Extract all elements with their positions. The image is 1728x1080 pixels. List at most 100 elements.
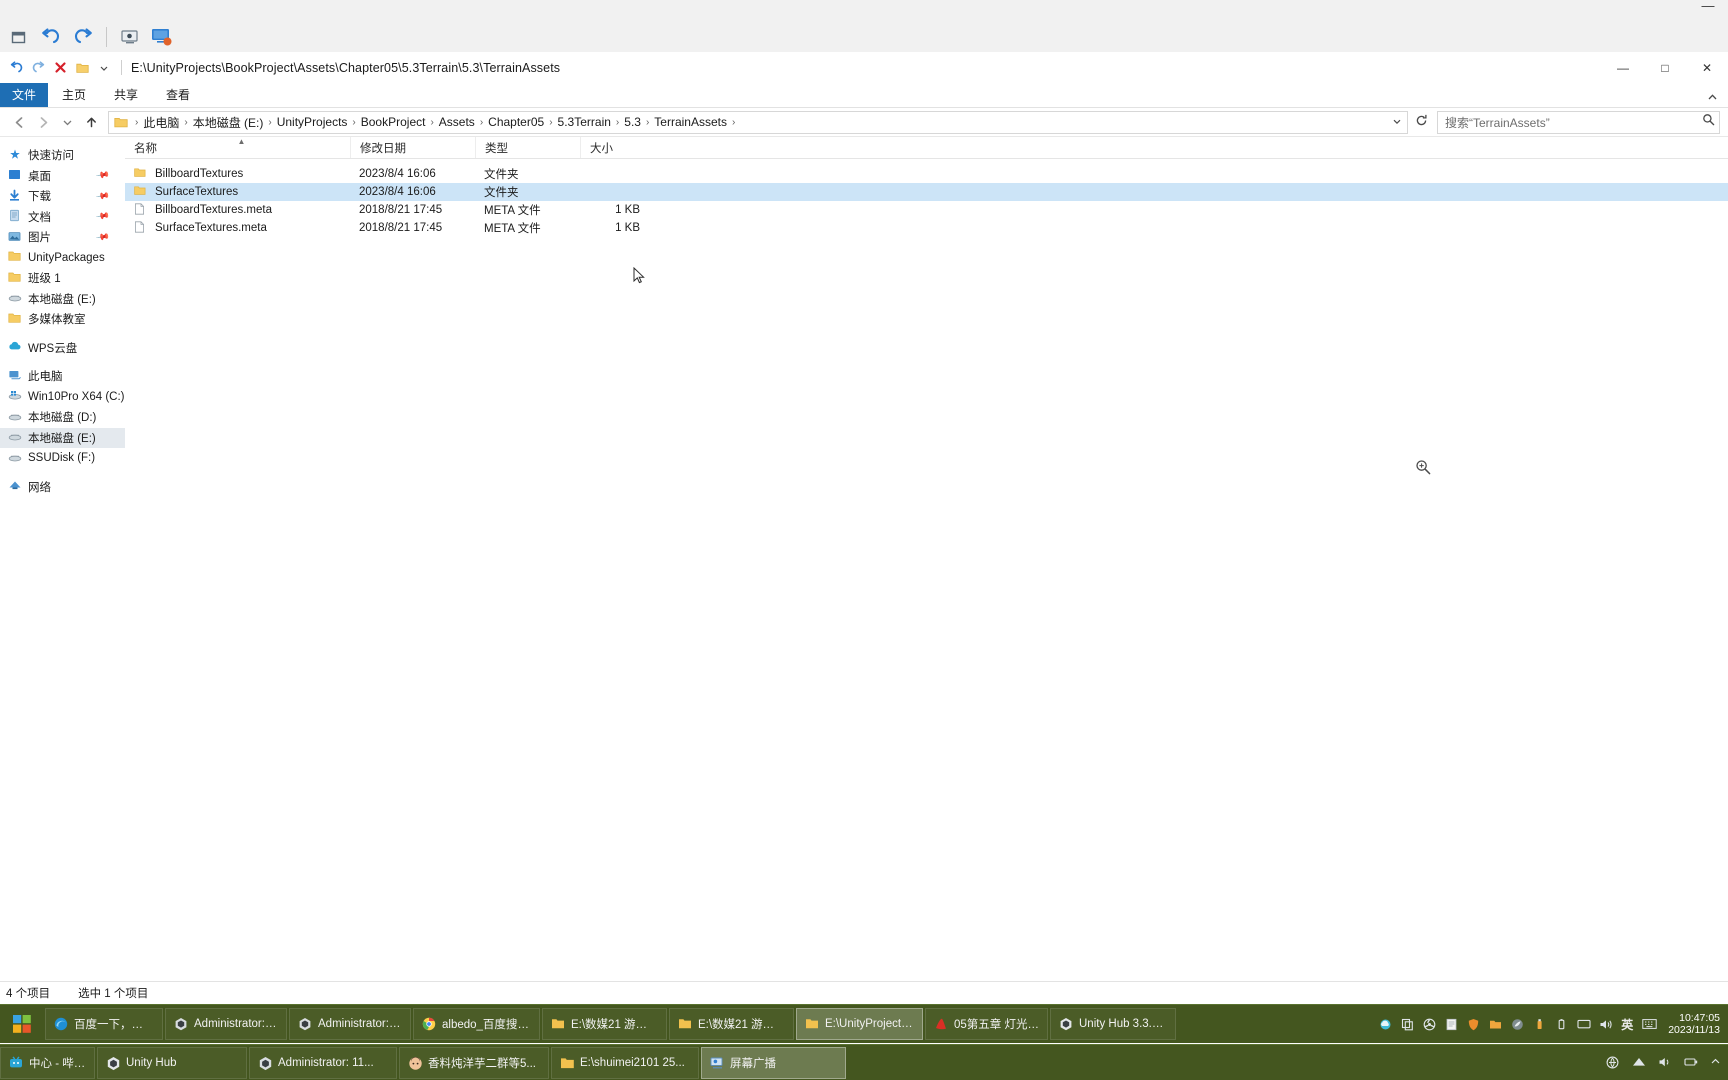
pin-icon[interactable]: 📌 [95,209,110,224]
chevron-down-icon[interactable] [1389,117,1405,128]
redo-icon[interactable] [68,23,98,51]
sidebar-item-multimedia-room[interactable]: 多媒体教室 [0,309,125,330]
taskbar2-item-admin[interactable]: Administrator: 11... [249,1047,397,1079]
ime-indicator[interactable]: 英 [1621,1016,1633,1033]
taskbar2-item-unity-hub[interactable]: Unity Hub [97,1047,247,1079]
table-row[interactable]: SurfaceTextures.meta 2018/8/21 17:45 MET… [125,219,1728,237]
sidebar-item-pictures[interactable]: 图片 📌 [0,227,125,248]
folder-icon[interactable] [72,58,92,78]
table-row[interactable]: BillboardTextures 2023/8/4 16:06 文件夹 [125,165,1728,183]
shield-icon[interactable] [1467,1018,1480,1031]
sidebar-item-drive-d[interactable]: 本地磁盘 (D:) [0,407,125,428]
window-restore-icon[interactable] [4,23,34,51]
search-icon[interactable] [1702,113,1715,131]
column-header-date[interactable]: 修改日期 [350,137,475,158]
windows-start-icon[interactable] [0,1005,44,1043]
taskbar2-item-qq[interactable]: 香料炖洋芋二群等5... [399,1047,549,1079]
sidebar-item-drive-f[interactable]: SSUDisk (F:) [0,448,125,469]
usb-icon[interactable] [1533,1018,1546,1031]
taskbar-item-admin-cha[interactable]: Administrator: cha... [289,1008,411,1040]
notepad-icon[interactable] [1445,1018,1458,1031]
battery-icon[interactable] [1684,1056,1698,1070]
column-header-type[interactable]: 类型 [475,137,580,158]
taskbar-item-ppt[interactable]: 05第五章 灯光材质... [925,1008,1048,1040]
network-icon[interactable] [1632,1056,1646,1070]
column-header-size[interactable]: 大小 [580,137,652,158]
taskbar2-item-broadcast-active[interactable]: 屏幕广播 [701,1047,846,1079]
sidebar-item-downloads[interactable]: 下载 📌 [0,186,125,207]
redo-icon[interactable] [28,58,48,78]
sidebar-item-drive-c[interactable]: Win10Pro X64 (C:) [0,387,125,408]
pin-icon[interactable]: 📌 [95,168,110,183]
taskbar-item-folder-1[interactable]: E:\数媒21 游戏开发... [542,1008,667,1040]
column-header-name[interactable]: 名称 ▲ [125,137,350,158]
maximize-button[interactable]: □ [1644,52,1686,83]
back-button[interactable] [8,111,30,133]
breadcrumb-item-53terrain[interactable]: 5.3Terrain [555,115,614,129]
taskbar2-item-folder[interactable]: E:\shuimei2101 25... [551,1047,699,1079]
tab-home[interactable]: 主页 [48,83,100,107]
clock[interactable]: 10:47:05 2023/11/13 [1664,1012,1720,1036]
up-button[interactable] [80,111,102,133]
taskbar-item-edge[interactable]: 百度一下，你就知... [45,1008,163,1040]
app-icon[interactable] [1511,1018,1524,1031]
breadcrumb-item-this-pc[interactable]: 此电脑 [140,114,182,131]
radiation-icon[interactable] [1423,1018,1436,1031]
chevron-down-icon[interactable] [94,58,114,78]
breadcrumb-item-unityprojects[interactable]: UnityProjects [274,115,351,129]
display-icon[interactable] [1577,1018,1591,1031]
sidebar-item-drive-e[interactable]: 本地磁盘 (E:) [0,427,125,448]
taskbar-item-folder-2[interactable]: E:\数媒21 游戏开发... [669,1008,794,1040]
table-row[interactable]: SurfaceTextures 2023/8/4 16:06 文件夹 [125,183,1728,201]
close-red-icon[interactable] [50,58,70,78]
taskbar-item-explorer-active[interactable]: E:\UnityProjects\B... [796,1008,923,1040]
search-input[interactable]: 搜索“TerrainAssets” [1437,110,1720,134]
sidebar-item-desktop[interactable]: 桌面 📌 [0,166,125,187]
screen-icon[interactable] [115,23,145,51]
chevron-icon[interactable] [1710,1056,1724,1070]
breadcrumb-item-terrainassets[interactable]: TerrainAssets [651,115,730,129]
pin-icon[interactable]: 📌 [95,189,110,204]
outer-minimize-button[interactable]: — [1696,0,1720,16]
close-button[interactable]: ✕ [1686,52,1728,83]
weather-icon[interactable] [1379,1018,1392,1031]
copy-icon[interactable] [1401,1018,1414,1031]
folder-tray-icon[interactable] [1489,1018,1502,1031]
sidebar-item-unitypackages[interactable]: UnityPackages [0,248,125,269]
taskbar-item-unity-hub[interactable]: Unity Hub 3.3.0-c9 [1050,1008,1176,1040]
taskbar-item-chrome[interactable]: albedo_百度搜索 - ... [413,1008,540,1040]
sidebar-item-wps-cloud[interactable]: WPS云盘 [0,338,125,359]
undo-icon[interactable] [36,23,66,51]
breadcrumb-item-53[interactable]: 5.3 [621,115,644,129]
sidebar-item-this-pc[interactable]: 此电脑 [0,366,125,387]
undo-icon[interactable] [6,58,26,78]
sidebar-item-network[interactable]: 网络 [0,477,125,498]
battery-icon[interactable] [1555,1018,1568,1031]
minimize-button[interactable]: — [1602,52,1644,83]
sidebar-item-class-1[interactable]: 班级 1 [0,268,125,289]
sidebar-item-drive-e-quick[interactable]: 本地磁盘 (E:) [0,289,125,310]
tab-share[interactable]: 共享 [100,83,152,107]
volume-icon[interactable] [1599,1018,1612,1031]
recent-locations-button[interactable] [56,111,78,133]
table-row[interactable]: BillboardTextures.meta 2018/8/21 17:45 M… [125,201,1728,219]
forward-button[interactable] [32,111,54,133]
breadcrumb-item-chapter05[interactable]: Chapter05 [485,115,547,129]
ime-icon[interactable] [1606,1056,1620,1070]
breadcrumb-item-assets[interactable]: Assets [436,115,478,129]
volume-icon[interactable] [1658,1056,1672,1070]
address-bar[interactable]: › 此电脑 › 本地磁盘 (E:) › UnityProjects › Book… [108,110,1408,134]
sidebar-item-documents[interactable]: 文档 📌 [0,207,125,228]
taskbar2-item-bilibili[interactable]: 中心 - 哔哩哔哩... [0,1047,95,1079]
tab-file[interactable]: 文件 [0,83,49,107]
keyboard-icon[interactable] [1642,1018,1657,1031]
pin-icon[interactable]: 📌 [95,230,110,245]
tab-view[interactable]: 查看 [152,83,204,107]
monitor-share-icon[interactable] [147,23,177,51]
sidebar-group-quick-access[interactable]: 快速访问 [0,145,125,166]
taskbar-item-admin-bo[interactable]: Administrator: Bo... [165,1008,287,1040]
refresh-icon[interactable] [1410,114,1432,130]
breadcrumb-item-drive-e[interactable]: 本地磁盘 (E:) [190,114,267,131]
chevron-up-icon[interactable] [1707,93,1718,104]
breadcrumb-item-bookproject[interactable]: BookProject [358,115,429,129]
